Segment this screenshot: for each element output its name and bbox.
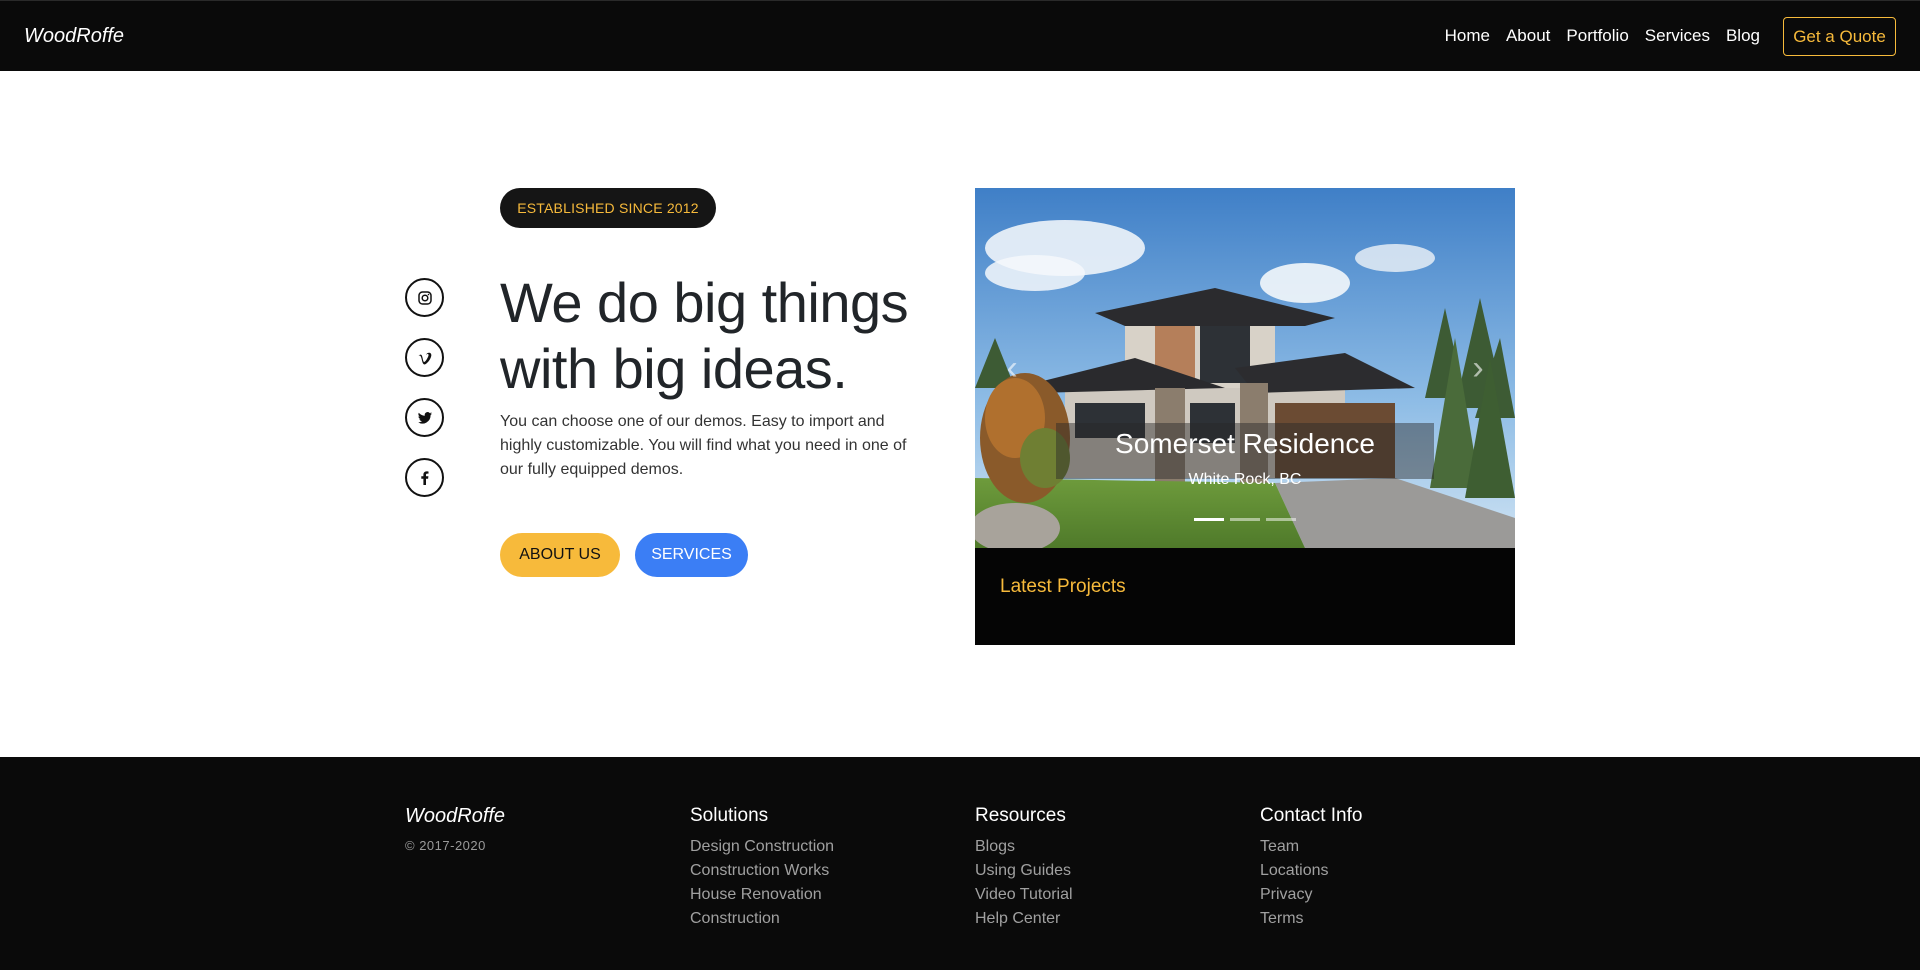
established-badge: ESTABLISHED SINCE 2012 <box>500 188 716 228</box>
footer-link[interactable]: House Renovation <box>690 883 834 907</box>
house-photo <box>975 188 1515 548</box>
services-button[interactable]: SERVICES <box>635 533 748 577</box>
nav-portfolio[interactable]: Portfolio <box>1566 26 1628 46</box>
hero-headline: We do big things with big ideas. <box>500 270 920 402</box>
chevron-left-icon: ‹ <box>1006 349 1018 387</box>
footer-brand: WoodRoffe <box>405 805 506 827</box>
footer-link[interactable]: Construction Works <box>690 859 834 883</box>
footer-column-title: Resources <box>975 805 1066 826</box>
carousel-next-button[interactable]: › <box>1463 348 1493 388</box>
footer-column-title: Solutions <box>690 805 769 826</box>
vimeo-icon <box>418 352 431 364</box>
carousel-prev-button[interactable]: ‹ <box>997 348 1027 388</box>
footer-link[interactable]: Terms <box>1260 907 1362 931</box>
footer-link[interactable]: Video Tutorial <box>975 883 1073 907</box>
footer-link[interactable]: Privacy <box>1260 883 1362 907</box>
footer-column-title: Contact Info <box>1260 805 1363 826</box>
footer-copyright: © 2017-2020 <box>405 838 486 853</box>
hero-description: You can choose one of our demos. Easy to… <box>500 413 907 478</box>
brand-logo[interactable]: WoodRoffe <box>24 25 124 48</box>
latest-projects-title: Latest Projects <box>1000 576 1126 597</box>
footer-column-resources: Resources Blogs Using Guides Video Tutor… <box>975 805 1073 931</box>
latest-projects-panel: Latest Projects <box>975 548 1515 645</box>
headline-line-2: with big ideas. <box>500 337 848 400</box>
footer-link[interactable]: Using Guides <box>975 859 1073 883</box>
footer-link[interactable]: Blogs <box>975 835 1073 859</box>
nav-links: Home About Portfolio Services Blog <box>1445 26 1760 46</box>
carousel-caption-title: Somerset Residence <box>1115 428 1375 459</box>
instagram-icon <box>417 290 432 305</box>
carousel-indicators <box>1194 518 1296 521</box>
nav-about[interactable]: About <box>1506 26 1550 46</box>
nav-blog[interactable]: Blog <box>1726 26 1760 46</box>
nav-home[interactable]: Home <box>1445 26 1490 46</box>
twitter-link[interactable] <box>405 398 444 437</box>
headline-line-1: We do big things <box>500 271 909 334</box>
get-quote-button[interactable]: Get a Quote <box>1783 17 1896 56</box>
twitter-icon <box>417 411 432 424</box>
carousel-indicator-1[interactable] <box>1194 518 1224 521</box>
facebook-link[interactable] <box>405 458 444 497</box>
footer-link[interactable]: Team <box>1260 835 1362 859</box>
footer-column-solutions: Solutions Design Construction Constructi… <box>690 805 834 931</box>
chevron-right-icon: › <box>1472 349 1484 387</box>
carousel-indicator-3[interactable] <box>1266 518 1296 521</box>
instagram-link[interactable] <box>405 278 444 317</box>
navbar: WoodRoffe Home About Portfolio Services … <box>0 0 1920 71</box>
vimeo-link[interactable] <box>405 338 444 377</box>
footer-column-contact: Contact Info Team Locations Privacy Term… <box>1260 805 1362 931</box>
footer-link[interactable]: Help Center <box>975 907 1073 931</box>
about-us-button[interactable]: ABOUT US <box>500 533 620 577</box>
nav-services[interactable]: Services <box>1645 26 1710 46</box>
carousel-indicator-2[interactable] <box>1230 518 1260 521</box>
project-carousel: ‹ › Somerset Residence White Rock, BC <box>975 188 1515 548</box>
footer-link[interactable]: Construction <box>690 907 834 931</box>
footer-link[interactable]: Locations <box>1260 859 1362 883</box>
footer: WoodRoffe © 2017-2020 Solutions Design C… <box>0 757 1920 970</box>
carousel-caption-subtitle: White Rock, BC <box>1188 471 1302 488</box>
footer-link[interactable]: Design Construction <box>690 835 834 859</box>
facebook-icon <box>420 470 428 485</box>
